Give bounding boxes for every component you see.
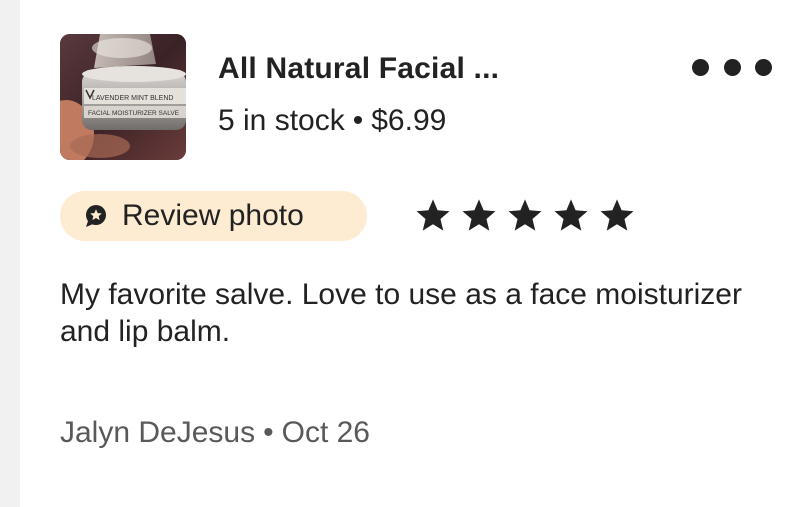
salve-tin-image: LAVENDER MINT BLEND FACIAL MOISTURIZER S… xyxy=(60,34,186,160)
stock-count: 5 in stock xyxy=(218,104,345,137)
more-horizontal-icon xyxy=(723,58,741,76)
star-badge-icon xyxy=(86,205,106,227)
product-price: $6.99 xyxy=(371,104,447,137)
product-thumbnail[interactable]: LAVENDER MINT BLEND FACIAL MOISTURIZER S… xyxy=(60,34,186,160)
star-icon xyxy=(600,199,634,231)
star-icon xyxy=(508,199,542,231)
review-byline: Jalyn DeJesus • Oct 26 xyxy=(60,416,370,450)
byline-separator: • xyxy=(263,416,274,449)
svg-text:LAVENDER MINT BLEND: LAVENDER MINT BLEND xyxy=(92,95,173,102)
more-horizontal-icon xyxy=(755,58,772,76)
review-text: My favorite salve. Love to use as a face… xyxy=(60,278,742,348)
product-meta: 5 in stock • $6.99 xyxy=(218,104,446,138)
review-card: LAVENDER MINT BLEND FACIAL MOISTURIZER S… xyxy=(20,0,812,507)
review-photo-label: Review photo xyxy=(122,199,304,232)
star-icon xyxy=(462,199,496,231)
review-date: Oct 26 xyxy=(281,416,370,449)
more-horizontal-icon xyxy=(692,58,709,76)
review-photo-button[interactable]: Review photo xyxy=(60,191,367,241)
reviewer-name[interactable]: Jalyn DeJesus xyxy=(60,416,255,449)
more-options-button[interactable] xyxy=(692,50,772,84)
star-icon xyxy=(554,199,588,231)
star-rating xyxy=(414,196,644,236)
svg-text:FACIAL MOISTURIZER SALVE: FACIAL MOISTURIZER SALVE xyxy=(88,110,180,117)
meta-separator: • xyxy=(352,104,364,137)
star-icon xyxy=(416,199,450,231)
product-title[interactable]: All Natural Facial ... xyxy=(218,52,499,86)
